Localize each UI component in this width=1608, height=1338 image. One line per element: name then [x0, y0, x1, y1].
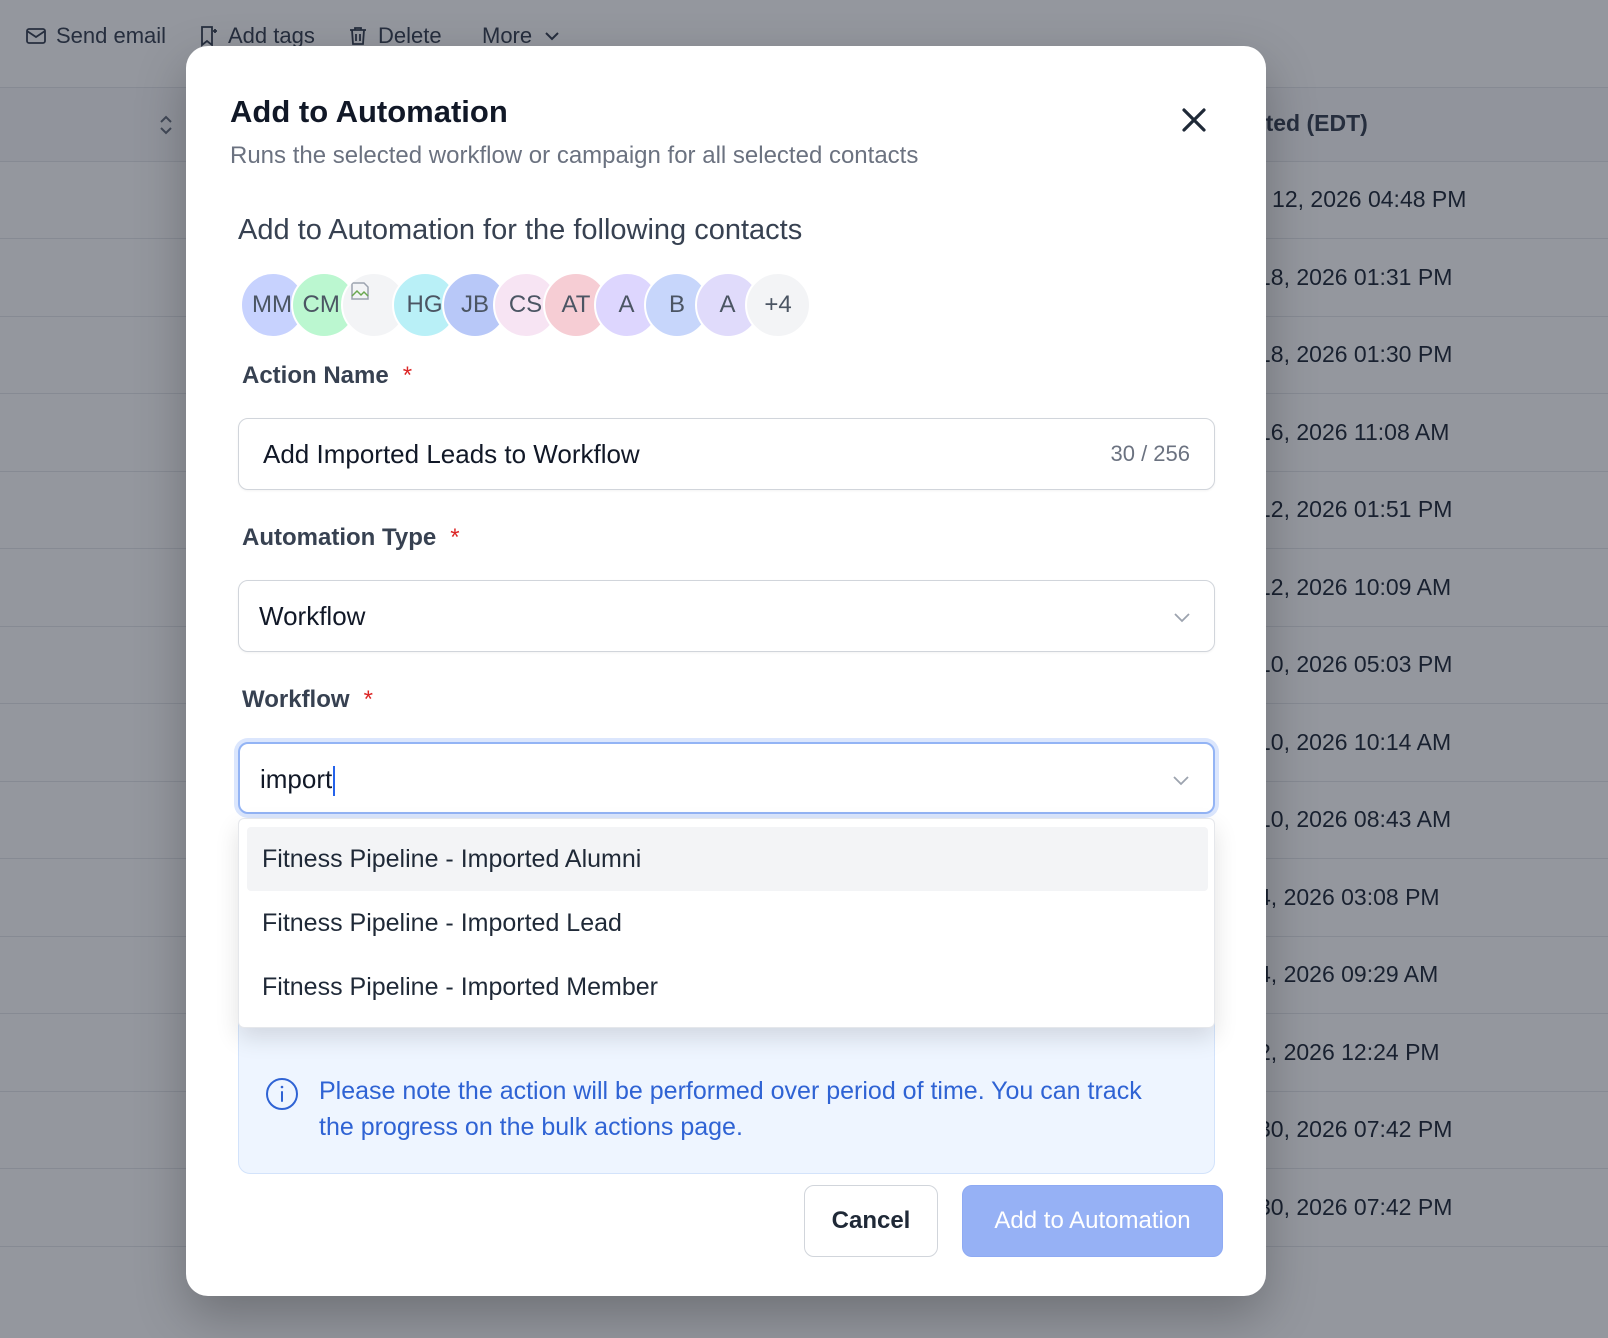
more-contacts-count: +4 [745, 272, 811, 338]
workflow-label-text: Workflow [242, 686, 350, 713]
add-to-automation-button[interactable]: Add to Automation [962, 1185, 1223, 1257]
automation-type-value: Workflow [259, 601, 366, 631]
workflow-option[interactable]: Fitness Pipeline - Imported Alumni [247, 827, 1208, 891]
close-icon[interactable] [1176, 102, 1212, 138]
workflow-search-text: import [260, 764, 336, 797]
automation-type-label-text: Automation Type [242, 524, 437, 551]
character-counter: 30 / 256 [1110, 441, 1190, 466]
workflow-search-value: import [260, 764, 333, 794]
action-name-label-text: Action Name [242, 362, 389, 389]
workflow-search-select[interactable]: import [238, 742, 1215, 814]
required-asterisk: * [402, 362, 413, 389]
automation-type-label: Automation Type * [242, 524, 460, 552]
chevron-down-icon [1174, 613, 1190, 623]
action-name-value: Add Imported Leads to Workflow [263, 439, 640, 469]
required-asterisk: * [363, 686, 373, 713]
text-cursor [333, 766, 336, 797]
workflow-option[interactable]: Fitness Pipeline - Imported Lead [247, 891, 1208, 955]
contacts-section-title: Add to Automation for the following cont… [238, 214, 803, 246]
chevron-down-icon [1173, 776, 1189, 786]
notice-text: Please note the action will be performed… [319, 1077, 1142, 1141]
automation-type-select[interactable]: Workflow [238, 580, 1215, 652]
cancel-button[interactable]: Cancel [804, 1185, 938, 1257]
modal-title: Add to Automation [230, 94, 508, 129]
modal-subtitle: Runs the selected workflow or campaign f… [230, 142, 919, 169]
required-asterisk: * [450, 524, 460, 551]
add-to-automation-modal: Add to Automation Runs the selected work… [186, 46, 1266, 1296]
selected-contacts-avatars: MM CM HG JB CS AT A B A +4 [240, 272, 840, 340]
workflow-label: Workflow * [242, 686, 373, 714]
action-name-label: Action Name * [242, 362, 412, 390]
action-name-input[interactable]: Add Imported Leads to Workflow 30 / 256 [238, 418, 1215, 490]
workflow-option[interactable]: Fitness Pipeline - Imported Member [247, 955, 1208, 1019]
info-icon [266, 1078, 298, 1110]
workflow-options-dropdown: Fitness Pipeline - Imported Alumni Fitne… [238, 818, 1215, 1028]
broken-image-icon [351, 282, 369, 300]
